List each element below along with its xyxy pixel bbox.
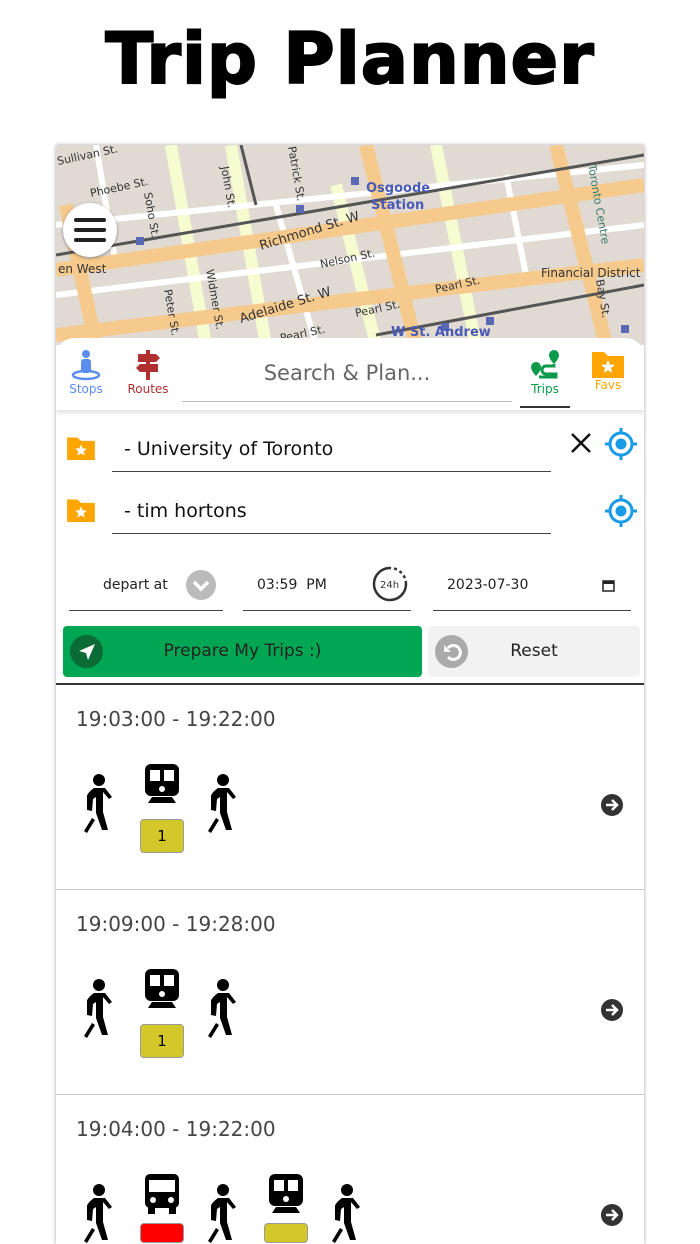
trip-card[interactable]: 19:04:00 - 19:22:00	[56, 1095, 644, 1244]
top-nav: Stops Routes Search & Plan... Trips Favs	[56, 338, 644, 410]
undo-icon	[435, 635, 468, 668]
page-title: Trip Planner	[104, 17, 595, 101]
chevron-down-icon	[186, 570, 216, 600]
trip-time: 19:03:00 - 19:22:00	[76, 707, 276, 731]
prepare-trips-button[interactable]: Prepare My Trips :)	[63, 626, 422, 677]
hamburger-icon	[74, 218, 106, 222]
favorite-folder-icon[interactable]	[66, 496, 96, 522]
route-badge	[140, 1223, 184, 1243]
nav-routes-label: Routes	[127, 382, 169, 396]
nav-favs[interactable]: Favs	[588, 348, 628, 392]
subway-icon	[144, 764, 180, 809]
from-input[interactable]: - University of Toronto	[112, 426, 551, 472]
search-input[interactable]: Search & Plan...	[182, 356, 512, 402]
subway-leg: 1	[140, 968, 184, 1058]
map-view[interactable]: Phoebe St. Soho St. John St. Osgoode Sta…	[56, 145, 644, 347]
arrow-right-circle-icon[interactable]	[600, 1203, 624, 1227]
subway-icon	[144, 969, 180, 1014]
nav-trips-label: Trips	[531, 382, 559, 396]
app-screen: Phoebe St. Soho St. John St. Osgoode Sta…	[56, 145, 644, 1244]
trip-card[interactable]: 19:09:00 - 19:28:00 1	[56, 890, 644, 1095]
prepare-label: Prepare My Trips :)	[163, 641, 322, 661]
time-value: 03:59 PM	[257, 577, 327, 593]
route-badge: 1	[140, 819, 184, 853]
date-input[interactable]: 2023-07-30	[433, 565, 631, 611]
depart-mode-select[interactable]: depart at	[69, 565, 223, 611]
arrow-right-circle-icon[interactable]	[600, 793, 624, 817]
nav-stops[interactable]: Stops	[66, 348, 106, 396]
calendar-icon[interactable]	[602, 579, 615, 592]
nav-stops-label: Stops	[69, 382, 103, 396]
trip-time: 19:09:00 - 19:28:00	[76, 912, 276, 936]
clear-icon[interactable]	[570, 432, 592, 454]
reset-label: Reset	[510, 641, 558, 661]
menu-button[interactable]	[63, 203, 117, 257]
to-row: - tim hortons	[56, 488, 644, 538]
walk-icon	[326, 1183, 370, 1244]
24h-clock-icon[interactable]: 24h	[371, 565, 409, 603]
map-label: Osgoode	[366, 181, 430, 196]
favorite-folder-icon	[592, 352, 624, 378]
navigation-arrow-icon	[70, 635, 103, 668]
walk-icon	[202, 1183, 246, 1244]
signpost-icon	[136, 350, 160, 380]
from-row: - University of Toronto	[56, 426, 644, 476]
nav-routes[interactable]: Routes	[126, 348, 170, 396]
walk-icon	[202, 978, 246, 1042]
route-badge	[264, 1223, 308, 1243]
to-input[interactable]: - tim hortons	[112, 488, 551, 534]
reset-button[interactable]: Reset	[428, 626, 640, 677]
clock-label: 24h	[380, 580, 399, 591]
trip-card[interactable]: 19:03:00 - 19:22:00 1	[56, 685, 644, 890]
trip-time: 19:04:00 - 19:22:00	[76, 1117, 276, 1141]
map-label: Station	[371, 198, 424, 213]
depart-mode-value: depart at	[103, 577, 168, 593]
bus-icon	[144, 1174, 180, 1219]
map-label: Financial District	[541, 266, 641, 280]
route-badge: 1	[140, 1024, 184, 1058]
planner-panel: Stops Routes Search & Plan... Trips Favs…	[56, 338, 644, 1244]
tab-trips[interactable]: Trips	[520, 348, 570, 408]
nav-favs-label: Favs	[594, 378, 622, 392]
walk-icon	[78, 978, 122, 1042]
subway-leg	[264, 1173, 308, 1243]
date-value: 2023-07-30	[447, 577, 529, 593]
stop-person-icon	[71, 350, 101, 381]
subway-leg: 1	[140, 763, 184, 853]
walk-icon	[78, 773, 122, 837]
subway-icon	[268, 1174, 304, 1219]
my-location-icon[interactable]	[604, 494, 638, 528]
favorite-folder-icon[interactable]	[66, 434, 96, 460]
map-label: en West	[58, 262, 107, 276]
my-location-icon[interactable]	[604, 427, 638, 461]
walk-icon	[78, 1183, 122, 1244]
map-tiles[interactable]: Phoebe St. Soho St. John St. Osgoode Sta…	[56, 145, 644, 347]
route-icon	[531, 350, 559, 379]
arrow-right-circle-icon[interactable]	[600, 998, 624, 1022]
walk-icon	[202, 773, 246, 837]
bus-leg	[140, 1173, 184, 1243]
time-input[interactable]: 03:59 PM 24h	[243, 565, 411, 611]
